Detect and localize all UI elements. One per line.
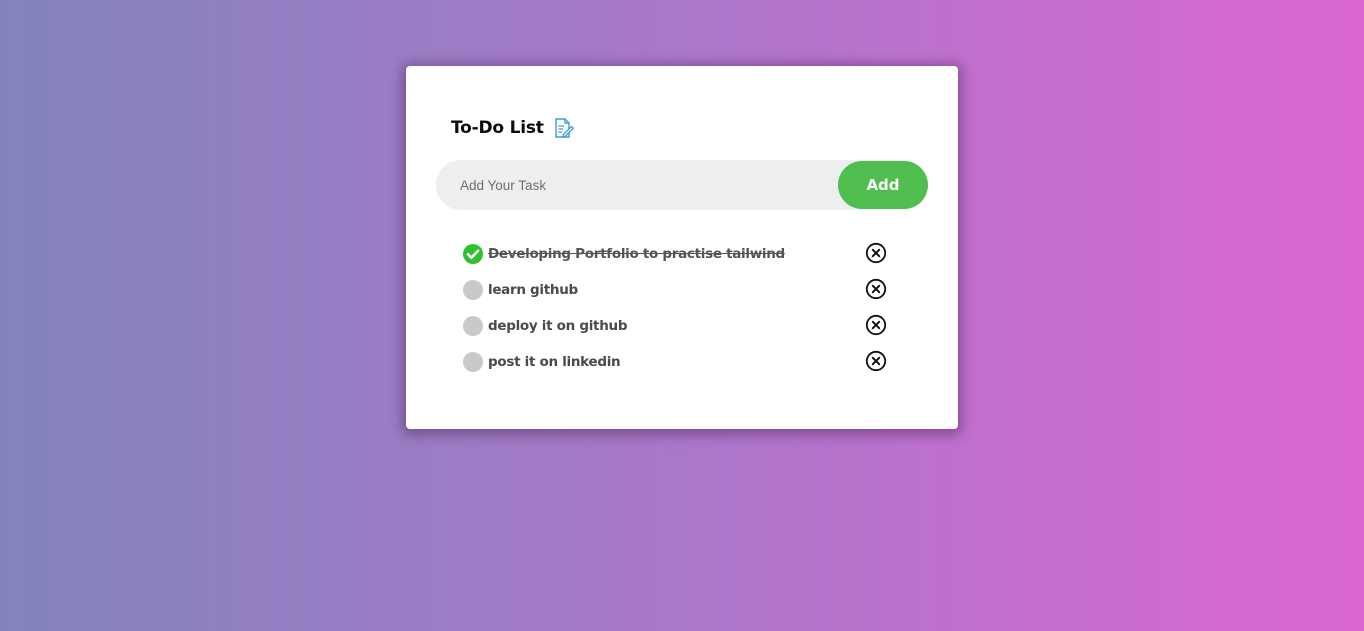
task-text: learn github (488, 282, 578, 298)
todo-card: To-Do List Add Developing Portfolio to p… (406, 66, 958, 429)
task-input[interactable] (436, 160, 826, 210)
task-text: deploy it on github (488, 318, 628, 334)
task-item[interactable]: learn github (463, 272, 887, 308)
checked-circle-icon[interactable] (463, 244, 483, 264)
unchecked-circle-icon[interactable] (463, 316, 483, 336)
unchecked-circle-icon[interactable] (463, 280, 483, 300)
task-text: post it on linkedin (488, 354, 621, 370)
delete-task-icon[interactable] (865, 278, 887, 300)
add-task-bar: Add (436, 160, 928, 210)
edit-note-icon (554, 117, 574, 139)
add-button[interactable]: Add (838, 161, 928, 209)
delete-task-icon[interactable] (865, 242, 887, 264)
unchecked-circle-icon[interactable] (463, 352, 483, 372)
page-title: To-Do List (451, 118, 544, 138)
header: To-Do List (451, 115, 574, 141)
delete-task-icon[interactable] (865, 350, 887, 372)
task-text: Developing Portfolio to practise tailwin… (488, 246, 785, 262)
task-item[interactable]: Developing Portfolio to practise tailwin… (463, 236, 887, 272)
task-item[interactable]: deploy it on github (463, 308, 887, 344)
delete-task-icon[interactable] (865, 314, 887, 336)
task-list: Developing Portfolio to practise tailwin… (463, 236, 887, 380)
task-item[interactable]: post it on linkedin (463, 344, 887, 380)
